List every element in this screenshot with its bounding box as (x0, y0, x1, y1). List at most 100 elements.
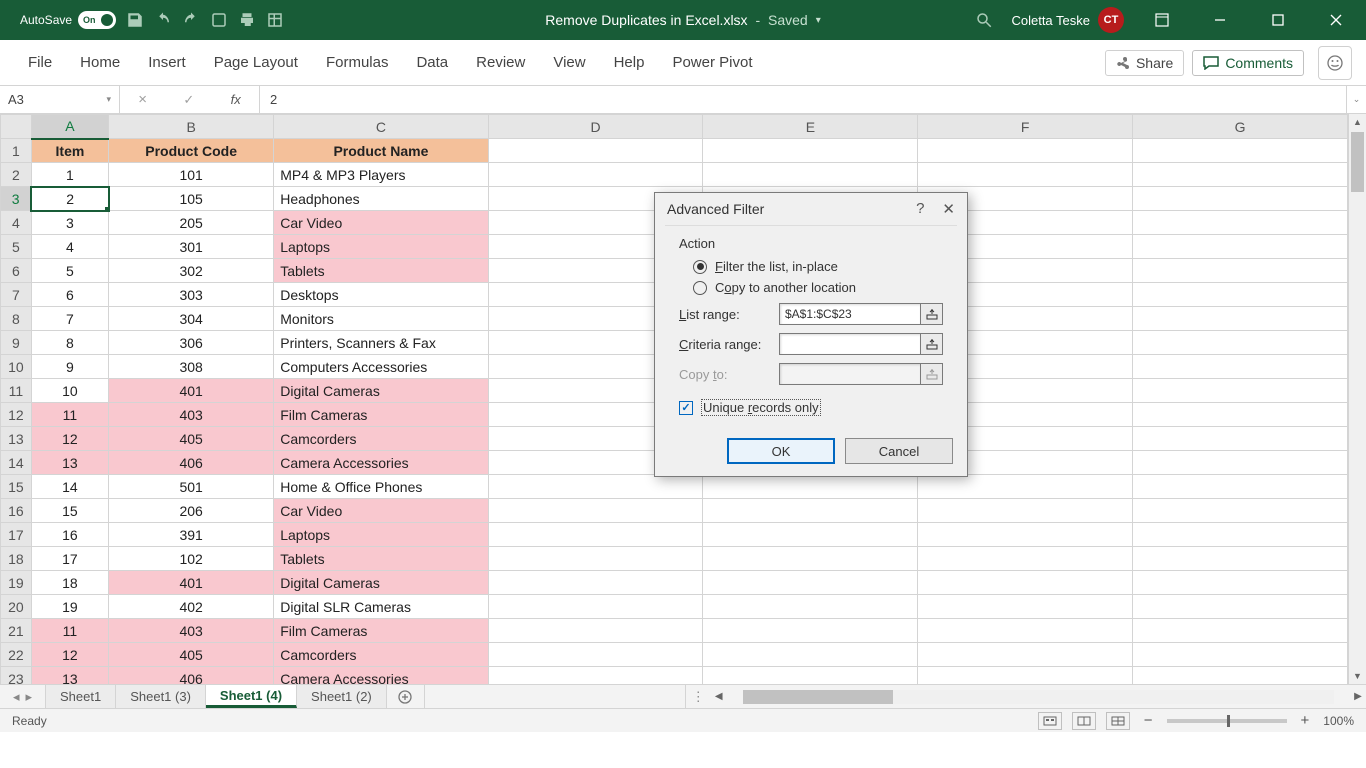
cell[interactable] (703, 523, 918, 547)
cell[interactable]: Computers Accessories (274, 355, 488, 379)
cell[interactable]: 406 (109, 667, 274, 685)
vertical-scrollbar[interactable]: ▲ ▼ (1348, 114, 1366, 684)
cell[interactable]: 304 (109, 307, 274, 331)
list-range-collapse-button[interactable] (921, 303, 943, 325)
cell[interactable]: 2 (31, 187, 108, 211)
row-header[interactable]: 6 (1, 259, 32, 283)
ok-button[interactable]: OK (727, 438, 835, 464)
row-header[interactable]: 14 (1, 451, 32, 475)
cell[interactable]: 16 (31, 523, 108, 547)
row-header[interactable]: 13 (1, 427, 32, 451)
cell[interactable]: Film Cameras (274, 403, 488, 427)
cell[interactable] (1133, 163, 1348, 187)
cell[interactable]: 5 (31, 259, 108, 283)
column-header-B[interactable]: B (109, 115, 274, 139)
cell[interactable] (1133, 619, 1348, 643)
cell[interactable]: 6 (31, 283, 108, 307)
row-header[interactable]: 22 (1, 643, 32, 667)
maximize-button[interactable] (1258, 0, 1298, 40)
cell[interactable] (1133, 643, 1348, 667)
cell[interactable] (703, 595, 918, 619)
cell[interactable]: 303 (109, 283, 274, 307)
cell[interactable]: Car Video (274, 499, 488, 523)
dialog-help-button[interactable]: ? (916, 200, 924, 218)
cell[interactable] (703, 499, 918, 523)
radio-copy-location[interactable]: Copy to another location (693, 280, 943, 295)
cell[interactable] (488, 571, 703, 595)
ribbon-tab-file[interactable]: File (14, 40, 66, 86)
cell[interactable] (918, 499, 1133, 523)
cell[interactable]: 302 (109, 259, 274, 283)
row-header[interactable]: 11 (1, 379, 32, 403)
zoom-level[interactable]: 100% (1323, 714, 1354, 728)
cell[interactable] (918, 595, 1133, 619)
cell[interactable] (703, 667, 918, 685)
cell[interactable] (918, 547, 1133, 571)
cell[interactable] (918, 523, 1133, 547)
cell[interactable] (1133, 379, 1348, 403)
list-range-input[interactable]: $A$1:$C$23 (779, 303, 921, 325)
normal-view-button[interactable] (1038, 712, 1062, 730)
row-header[interactable]: 2 (1, 163, 32, 187)
cell[interactable]: 12 (31, 427, 108, 451)
column-header-E[interactable]: E (703, 115, 918, 139)
cell[interactable]: 9 (31, 355, 108, 379)
ribbon-tab-page-layout[interactable]: Page Layout (200, 40, 312, 86)
cell[interactable]: Camcorders (274, 643, 488, 667)
cell[interactable]: Printers, Scanners & Fax (274, 331, 488, 355)
cell[interactable] (1133, 211, 1348, 235)
ribbon-tab-help[interactable]: Help (600, 40, 659, 86)
cell[interactable]: 306 (109, 331, 274, 355)
row-header[interactable]: 17 (1, 523, 32, 547)
row-header[interactable]: 19 (1, 571, 32, 595)
cell[interactable] (488, 667, 703, 685)
cell[interactable] (918, 163, 1133, 187)
cell[interactable]: 402 (109, 595, 274, 619)
new-sheet-button[interactable] (387, 685, 425, 708)
row-header[interactable]: 4 (1, 211, 32, 235)
cell[interactable] (703, 547, 918, 571)
cell[interactable]: 391 (109, 523, 274, 547)
cell[interactable]: Camcorders (274, 427, 488, 451)
cell[interactable] (703, 475, 918, 499)
cell[interactable] (918, 643, 1133, 667)
row-header[interactable]: 18 (1, 547, 32, 571)
cell[interactable]: 13 (31, 451, 108, 475)
criteria-range-input[interactable] (779, 333, 921, 355)
row-header[interactable]: 1 (1, 139, 32, 163)
cell[interactable] (1133, 475, 1348, 499)
cell[interactable] (488, 475, 703, 499)
cell[interactable]: 12 (31, 643, 108, 667)
redo-icon[interactable] (182, 11, 200, 29)
cell[interactable]: Desktops (274, 283, 488, 307)
cell[interactable] (1133, 547, 1348, 571)
cell[interactable]: 405 (109, 427, 274, 451)
table-icon[interactable] (266, 11, 284, 29)
dialog-close-button[interactable]: ✕ (942, 200, 955, 218)
close-button[interactable] (1316, 0, 1356, 40)
formula-input[interactable]: 2 (260, 86, 1346, 113)
cell[interactable]: 14 (31, 475, 108, 499)
cell[interactable] (1133, 259, 1348, 283)
column-header-C[interactable]: C (274, 115, 488, 139)
ribbon-tab-insert[interactable]: Insert (134, 40, 200, 86)
row-header[interactable]: 10 (1, 355, 32, 379)
cell[interactable]: Home & Office Phones (274, 475, 488, 499)
cell[interactable] (1133, 595, 1348, 619)
cancel-formula-icon[interactable]: × (138, 91, 147, 108)
cell[interactable] (1133, 283, 1348, 307)
ribbon-tab-power-pivot[interactable]: Power Pivot (658, 40, 766, 86)
row-header[interactable]: 12 (1, 403, 32, 427)
cell[interactable] (1133, 451, 1348, 475)
cell[interactable]: 8 (31, 331, 108, 355)
cell[interactable]: 13 (31, 667, 108, 685)
row-header[interactable]: 21 (1, 619, 32, 643)
cell[interactable]: 301 (109, 235, 274, 259)
cell[interactable] (488, 163, 703, 187)
cell[interactable]: 105 (109, 187, 274, 211)
print-icon[interactable] (238, 11, 256, 29)
ribbon-tab-review[interactable]: Review (462, 40, 539, 86)
cell[interactable] (488, 619, 703, 643)
search-icon[interactable] (975, 11, 993, 29)
cell[interactable]: Camera Accessories (274, 667, 488, 685)
